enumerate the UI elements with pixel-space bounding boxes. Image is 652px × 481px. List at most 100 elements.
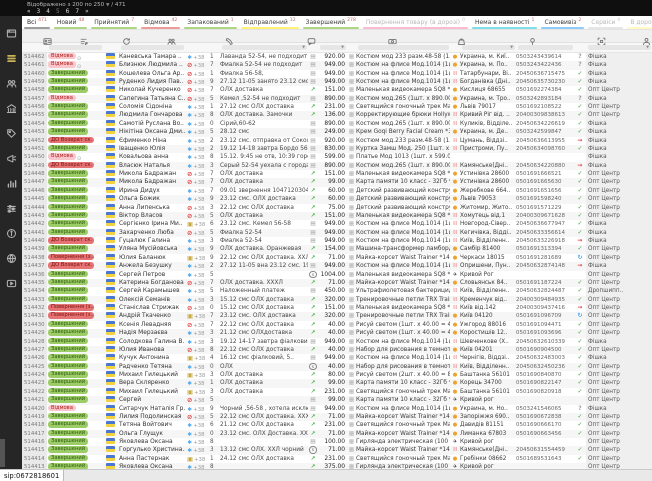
phone-cell[interactable]: ∗+38 (185, 438, 210, 446)
phone-cell[interactable]: ⊘+38 (185, 61, 210, 69)
table-row[interactable]: 514445ЗавершенийОльга Божик∗+38923.12 см… (22, 195, 652, 203)
phone-cell[interactable]: ∗+38 (185, 237, 210, 245)
table-row[interactable]: 514416ЗавершенийЯковлева Оксана∗+388▤100… (22, 438, 652, 446)
tab-прийнятий[interactable]: Прийнятий7 (89, 16, 139, 29)
phone-cell[interactable]: ⊘+38 (185, 346, 210, 354)
phone-cell[interactable]: ▣+38 (185, 254, 210, 262)
table-row[interactable]: 514422ЗавершенийМихаил Гилецький▣+383ОЛХ… (22, 388, 652, 396)
phone-cell[interactable]: ∗+38 (185, 137, 210, 145)
phone-cell[interactable]: ▣+38 (185, 312, 210, 320)
column-filter-input[interactable]: ▼ (462, 45, 515, 51)
phone-cell[interactable]: ∗+38 (185, 153, 210, 161)
phone-cell[interactable]: ⊘+38 (185, 86, 210, 94)
phone-cell[interactable]: ∗+38 (185, 463, 210, 469)
tab-новий[interactable]: Новий48 (52, 16, 89, 29)
table-row[interactable]: 514462Відмова⊙Каневська Тамара ..∗+381Ла… (22, 53, 652, 61)
table-row[interactable]: 514461Відмова⊙Близнюк Людмила ..⊘+387Фиа… (22, 61, 652, 69)
pager-page-3[interactable]: 3 (37, 9, 41, 15)
phone-cell[interactable]: ∗+38 (185, 162, 210, 170)
sidebar-item-orders[interactable] (0, 46, 22, 71)
pager-page-7[interactable]: 7 (75, 9, 79, 15)
tab-відмова[interactable]: Відмова42 (139, 16, 182, 29)
phone-cell[interactable]: ∗+38 (185, 120, 210, 128)
table-row[interactable]: 514438Повернення (з..Юлия Баланюк▣+38922… (22, 254, 652, 262)
table-row[interactable]: 514425ЗавершенийРадченко Тетяна∗+380ОЛХS… (22, 363, 652, 371)
table-row[interactable]: 514449ДО Возврат ск.Власюк Наталья∗+383С… (22, 162, 652, 170)
column-filter-input[interactable]: ▼ (588, 45, 651, 51)
tab-повернення-товару-в-дорозі-[interactable]: Повернення товару (в дорозі)0 (361, 16, 470, 29)
phone-cell[interactable]: ∗+38 (185, 53, 210, 61)
column-filter-input[interactable] (121, 45, 184, 51)
phone-cell[interactable]: ∗+38 (185, 245, 210, 253)
tab-нема-в-наявності[interactable]: Нема в наявності1 (470, 16, 540, 29)
phone-cell[interactable]: ▣+38 (185, 220, 210, 228)
table-row[interactable]: 514451ЗавершенийІващенко Юлія∗+38219.12 … (22, 145, 652, 153)
sidebar-item-megaphone[interactable] (0, 146, 22, 171)
phone-cell[interactable]: ∗+38 (185, 271, 210, 279)
phone-cell[interactable]: ∗+38 (185, 195, 210, 203)
table-row[interactable]: 514420ВідмоваСитарчук Наталія Гр..∗+389Ч… (22, 405, 652, 413)
phone-cell[interactable]: ⊘+38 (185, 78, 210, 86)
table-row[interactable]: 514444ЗавершенийАнна Липенська⊘+38322.12… (22, 204, 652, 212)
phone-cell[interactable]: ▣+38 (185, 371, 210, 379)
tab-запакований[interactable]: Запакований1 (182, 16, 238, 29)
pager-page-4[interactable]: 4 (46, 9, 50, 15)
table-row[interactable]: 514459ЗавершенийРуденко Лидия Пав..⊘+389… (22, 78, 652, 86)
phone-cell[interactable]: ⊘+38 (185, 321, 210, 329)
table-row[interactable]: 514447ЗавершенийМикола Бадражан⊘+387ОЛХ … (22, 178, 652, 186)
table-row[interactable]: 514437ДО Возврат ск.Анжела Безушку∗+3822… (22, 262, 652, 270)
table-row[interactable]: 514431Повернення (з..Андрій Ткаченко▣+38… (22, 312, 652, 320)
tab-в-дорозі-додому[interactable]: В дорозі додому0 (625, 16, 652, 29)
phone-cell[interactable]: ∗+38 (185, 262, 210, 270)
table-row[interactable]: 514448ЗавершенийМикола Бадражан⊘+387ОЛХ … (22, 170, 652, 178)
column-filter-input[interactable] (518, 45, 573, 51)
chevron-down-icon[interactable]: ▼ (106, 3, 109, 8)
sidebar-item-globe[interactable] (0, 246, 22, 271)
phone-cell[interactable]: ⊘+38 (185, 70, 210, 78)
table-row[interactable]: 514442ЗавершенийСергієнко Ірина Ми..▣+38… (22, 220, 652, 228)
phone-cell[interactable]: ⊘+38 (185, 204, 210, 212)
sidebar-item-clients[interactable] (0, 71, 22, 96)
pagination-summary[interactable]: Відображено з 200 по 250 ▼ / 471 (27, 2, 126, 8)
sidebar-item-video[interactable] (0, 271, 22, 296)
table-row[interactable]: 514432Повернення (з..Станіслав Стрижак⊘+… (22, 304, 652, 312)
phone-cell[interactable]: ∗+38 (185, 329, 210, 337)
table-row[interactable]: 514452ДО Возврат ск.Єфименко Ніна∗+38223… (22, 137, 652, 145)
phone-cell[interactable]: ∗+38 (185, 103, 210, 111)
table-row[interactable]: 514436ЗавершенийСергей Петров∗+385S1004.… (22, 271, 652, 279)
phone-cell[interactable]: ▣+38 (185, 455, 210, 463)
phone-cell[interactable]: ⊘+38 (185, 170, 210, 178)
tab-всі[interactable]: Всі471 (22, 16, 52, 29)
pager-prev-button[interactable]: « (27, 9, 31, 15)
tab-відправлений[interactable]: Відправлений12 (239, 16, 301, 29)
table-row[interactable]: 514434ЗавершенийСергей Карамышев∗+385Нал… (22, 287, 652, 295)
phone-cell[interactable]: ⊘+38 (185, 304, 210, 312)
table-row[interactable]: 514427ЗавершенийЮлия Иванова⊘+38822.12 с… (22, 346, 652, 354)
phone-cell[interactable]: ▣+38 (185, 354, 210, 362)
column-filter-input[interactable]: ▼ (222, 45, 307, 51)
sidebar-item-tag[interactable] (0, 121, 22, 146)
column-filter-input[interactable] (49, 45, 102, 51)
column-header-chat-icon[interactable] (307, 31, 316, 50)
phone-cell[interactable]: ∗+38 (185, 430, 210, 438)
table-row[interactable]: 514441ЗавершенийЗахарченко Люба⊘+385Фиал… (22, 229, 652, 237)
sidebar-scrollbar[interactable] (0, 439, 5, 467)
table-row[interactable]: 514426ЗавершенийКучук Антонина▣+38416.12… (22, 354, 652, 362)
phone-cell[interactable]: ∗+38 (185, 421, 210, 429)
phone-cell[interactable]: ⊘+38 (185, 279, 210, 287)
table-row[interactable]: 514457ВідмоваСапегина Татьяна С..⊘+385Ке… (22, 95, 652, 103)
table-row[interactable]: 514424ЗавершенийМихаил Гилецький▣+383ОЛХ… (22, 371, 652, 379)
phone-cell[interactable]: ∗+38 (185, 187, 210, 195)
tab-завершений[interactable]: Завершений278 (301, 16, 361, 29)
table-row[interactable]: 514453ЗавершенийНікітіна Оксана Дми..∗+3… (22, 128, 652, 136)
phone-cell[interactable]: ∗+38 (185, 363, 210, 371)
table-row[interactable]: 514430ЗавершенийКсенія Левадняя⊘+38722.1… (22, 321, 652, 329)
column-filter-input[interactable]: ▼ (320, 45, 346, 51)
table-row[interactable]: 514414ЗавершенийАнна Пастернак▣+38124.12… (22, 455, 652, 463)
phone-cell[interactable]: ⊘+38 (185, 396, 210, 404)
phone-cell[interactable]: ∗+38 (185, 296, 210, 304)
table-row[interactable]: 514439ЗавершенийУляна Мусійовська∗+389ОЛ… (22, 245, 652, 253)
table-row[interactable]: 514446ЗавершенийИрина Дидух∗+38709.01 зв… (22, 187, 652, 195)
table-row[interactable]: 514456ЗавершенийСоломія Сідоніна∗+38127.… (22, 103, 652, 111)
sidebar-item-dashboard[interactable] (0, 21, 22, 46)
